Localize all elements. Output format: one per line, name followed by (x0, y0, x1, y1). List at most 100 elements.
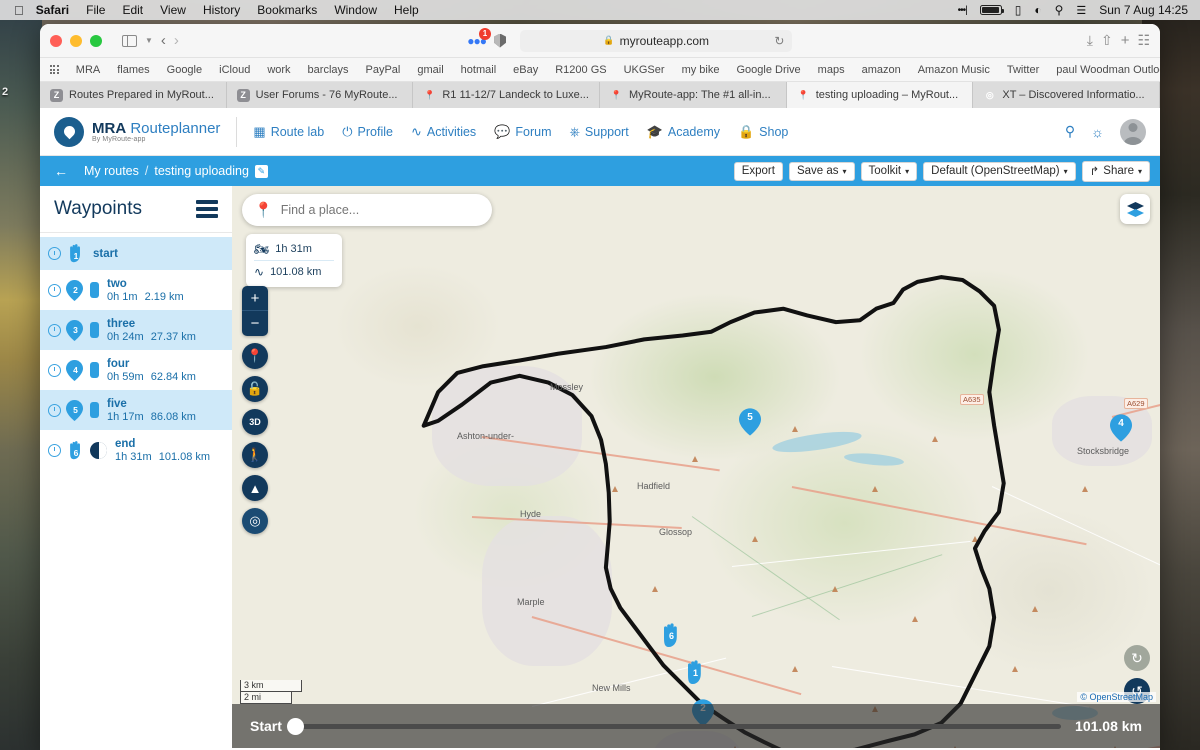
tab-myroute-app-home[interactable]: 📍 MyRoute-app: The #1 all-in... (600, 82, 787, 108)
bookmark-amazon-music[interactable]: Amazon Music (918, 64, 990, 76)
menu-item-window[interactable]: Window (334, 3, 377, 17)
sidebar-chevron-down-icon[interactable]: ▼ (145, 36, 153, 45)
tab-user-forums[interactable]: Z User Forums - 76 MyRoute... (226, 82, 414, 108)
zoom-controls[interactable]: + − (242, 286, 268, 336)
clock-icon[interactable] (48, 443, 61, 457)
bluetooth-icon[interactable]: ▯ (1015, 3, 1022, 17)
new-tab-button[interactable]: + (1121, 32, 1130, 49)
bookmark-paul-woodman-outlook[interactable]: paul Woodman Outlook (1056, 64, 1160, 76)
extension-button[interactable]: ●●● 1 (467, 27, 492, 48)
breadcrumb-root[interactable]: My routes (84, 164, 139, 178)
street-view-button[interactable]: 🚶 (242, 442, 268, 468)
nav-shop[interactable]: 🔒 Shop (738, 124, 788, 140)
bookmark-gmail[interactable]: gmail (417, 64, 443, 76)
nav-profile[interactable]: ⏻ Profile (342, 124, 393, 140)
search-input[interactable] (280, 203, 480, 217)
app-logo[interactable]: MRA Routeplanner By MyRoute-app (54, 116, 238, 147)
map-marker-5[interactable]: 5 (739, 408, 761, 441)
bookmark-maps[interactable]: maps (818, 64, 845, 76)
bookmarks-grid-icon[interactable] (50, 65, 59, 74)
zoom-in-button[interactable]: + (242, 286, 268, 311)
clock-icon[interactable] (48, 403, 61, 417)
map-marker-6[interactable]: 6 (659, 622, 683, 653)
tab-testing-uploading[interactable]: 📍 testing uploading – MyRout... (786, 82, 974, 108)
clock-icon[interactable] (48, 323, 61, 337)
bookmark-amazon[interactable]: amazon (862, 64, 901, 76)
nav-activities[interactable]: ∿ Activities (411, 124, 476, 140)
downloads-icon[interactable]: ⤓ (1087, 32, 1093, 49)
edit-route-name-icon[interactable]: ✎ (254, 164, 268, 178)
tab-xt-discovered[interactable]: ◎ XT – Discovered Informatio... (973, 82, 1160, 108)
close-window-button[interactable] (50, 34, 62, 47)
menu-item-bookmarks[interactable]: Bookmarks (257, 3, 317, 17)
bookmark-google[interactable]: Google (167, 64, 202, 76)
layers-button[interactable] (1120, 194, 1150, 224)
share-icon[interactable]: ⇧ (1101, 32, 1113, 49)
bookmark-barclays[interactable]: barclays (308, 64, 349, 76)
basemap-select[interactable]: Default (OpenStreetMap) ▾ (923, 161, 1076, 181)
clock-icon[interactable] (48, 283, 61, 297)
bookmark-ukgser[interactable]: UKGSer (624, 64, 665, 76)
lock-map-button[interactable]: 🔓 (242, 376, 268, 402)
tab-routes-prepared[interactable]: Z Routes Prepared in MyRout... (40, 82, 227, 108)
signal-icon[interactable]: •••| (958, 5, 968, 16)
waypoint-row-five[interactable]: 5 five 1h 17m 86.08 km (40, 390, 232, 430)
minimize-window-button[interactable] (70, 34, 82, 47)
apple-menu-icon[interactable]:  (14, 3, 24, 18)
bookmark-hotmail[interactable]: hotmail (461, 64, 496, 76)
bookmark-twitter[interactable]: Twitter (1007, 64, 1039, 76)
control-center-icon[interactable]: ☰ (1076, 4, 1086, 17)
privacy-shield-icon[interactable] (494, 33, 507, 48)
tab-r1-landeck[interactable]: 📍 R1 11-12/7 Landeck to Luxe... (413, 82, 601, 108)
waypoint-row-end[interactable]: 6 end 1h 31m 101.08 km (40, 430, 232, 470)
save-as-button[interactable]: Save as ▾ (788, 161, 855, 181)
bell-icon[interactable]: ☼ (1091, 124, 1104, 140)
zoom-out-button[interactable]: − (242, 311, 268, 336)
bookmark-work[interactable]: work (267, 64, 290, 76)
waypoint-row-two[interactable]: 2 two 0h 1m 2.19 km (40, 270, 232, 310)
route-progress-slider[interactable]: Start 101.08 km (232, 704, 1160, 748)
clock-icon[interactable] (48, 363, 61, 377)
menubar-clock[interactable]: Sun 7 Aug 14:25 (1099, 3, 1188, 17)
reload-button[interactable]: ↻ (774, 34, 784, 48)
nav-route-lab[interactable]: ▦ Route lab (253, 124, 324, 140)
window-controls[interactable] (50, 34, 102, 47)
maximize-window-button[interactable] (90, 34, 102, 47)
menu-item-view[interactable]: View (160, 3, 186, 17)
avatar[interactable] (1120, 118, 1146, 145)
bookmark-ebay[interactable]: eBay (513, 64, 538, 76)
three-d-button[interactable]: 3D (242, 409, 268, 435)
nav-support[interactable]: ⎈ Support (570, 124, 629, 140)
address-bar[interactable]: 🔒 myrouteapp.com ↻ (520, 29, 793, 52)
nav-academy[interactable]: 🎓 Academy (647, 124, 720, 140)
waypoint-row-three[interactable]: 3 three 0h 24m 27.37 km (40, 310, 232, 350)
bookmark-r1200gs[interactable]: R1200 GS (555, 64, 606, 76)
elevation-profile-button[interactable]: ▲ (242, 475, 268, 501)
map-canvas[interactable]: Mossley Ashton-under- Hadfield Hyde Glos… (232, 186, 1160, 748)
sidebar-toggle-button[interactable] (122, 34, 137, 47)
map-marker-4[interactable]: 4 (1110, 414, 1132, 447)
menu-item-safari[interactable]: Safari (36, 3, 69, 17)
back-to-routes-button[interactable]: ← (48, 156, 74, 186)
map-marker-1[interactable]: 1 (683, 659, 707, 690)
bookmark-google-drive[interactable]: Google Drive (736, 64, 800, 76)
toolkit-button[interactable]: Toolkit ▾ (860, 161, 918, 181)
forward-button[interactable]: › (174, 32, 179, 49)
clock-icon[interactable] (48, 247, 61, 260)
tab-overview-button[interactable]: ☷ (1137, 32, 1150, 49)
slider-track[interactable] (286, 717, 1062, 735)
bookmark-icloud[interactable]: iCloud (219, 64, 250, 76)
menu-item-history[interactable]: History (203, 3, 240, 17)
menu-item-edit[interactable]: Edit (122, 3, 143, 17)
slider-handle[interactable] (286, 717, 304, 735)
export-button[interactable]: Export (733, 161, 783, 181)
compass-button[interactable]: ◎ (242, 508, 268, 534)
nav-forum[interactable]: 💬 Forum (494, 124, 551, 140)
battery-icon[interactable] (979, 5, 1004, 15)
back-button[interactable]: ‹ (161, 32, 166, 49)
bookmark-paypal[interactable]: PayPal (366, 64, 401, 76)
map-attribution[interactable]: © OpenStreetMap (1077, 692, 1156, 702)
redo-button[interactable]: ↻ (1124, 645, 1150, 671)
locate-button[interactable]: 📍 (242, 343, 268, 369)
search-icon[interactable]: ⚲ (1065, 123, 1075, 140)
